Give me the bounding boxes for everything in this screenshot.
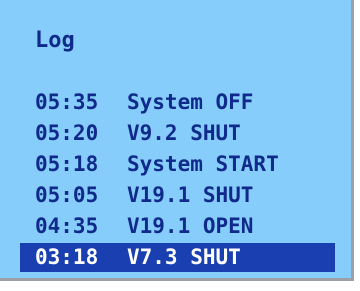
log-entry[interactable]: 05:05 V19.1 SHUT [20, 180, 335, 211]
log-entry-message: System OFF [127, 90, 254, 114]
log-entry-time: 05:05 [35, 183, 99, 207]
log-entry-time: 05:20 [35, 121, 99, 145]
panel-title: Log [35, 28, 75, 53]
log-entry-message: System START [127, 152, 279, 176]
log-entry-message: V19.1 SHUT [127, 183, 254, 207]
log-entry[interactable]: 04:35 V19.1 OPEN [20, 211, 335, 242]
log-entry-time: 05:18 [35, 152, 99, 176]
log-entry[interactable]: 05:18 System START [20, 149, 335, 180]
log-entry-time: 04:35 [35, 214, 99, 238]
log-list: 05:35 System OFF 05:20 V9.2 SHUT 05:18 Syst… [20, 87, 335, 272]
log-entry-time: 05:35 [35, 90, 99, 114]
log-entry-message: V9.2 SHUT [127, 121, 241, 145]
log-entry-message: V19.1 OPEN [127, 214, 254, 238]
log-entry-time: 03:18 [35, 245, 99, 269]
log-entry-selected[interactable]: 03:18 V7.3 SHUT [20, 243, 335, 272]
log-panel-body: Log 05:35 System OFF 05:20 V9.2 SHUT 05:18… [0, 0, 351, 278]
log-panel: Log 05:35 System OFF 05:20 V9.2 SHUT 05:18… [0, 0, 354, 281]
log-entry-message: V7.3 SHUT [127, 245, 241, 269]
log-entry[interactable]: 05:20 V9.2 SHUT [20, 118, 335, 149]
log-entry[interactable]: 05:35 System OFF [20, 87, 335, 118]
